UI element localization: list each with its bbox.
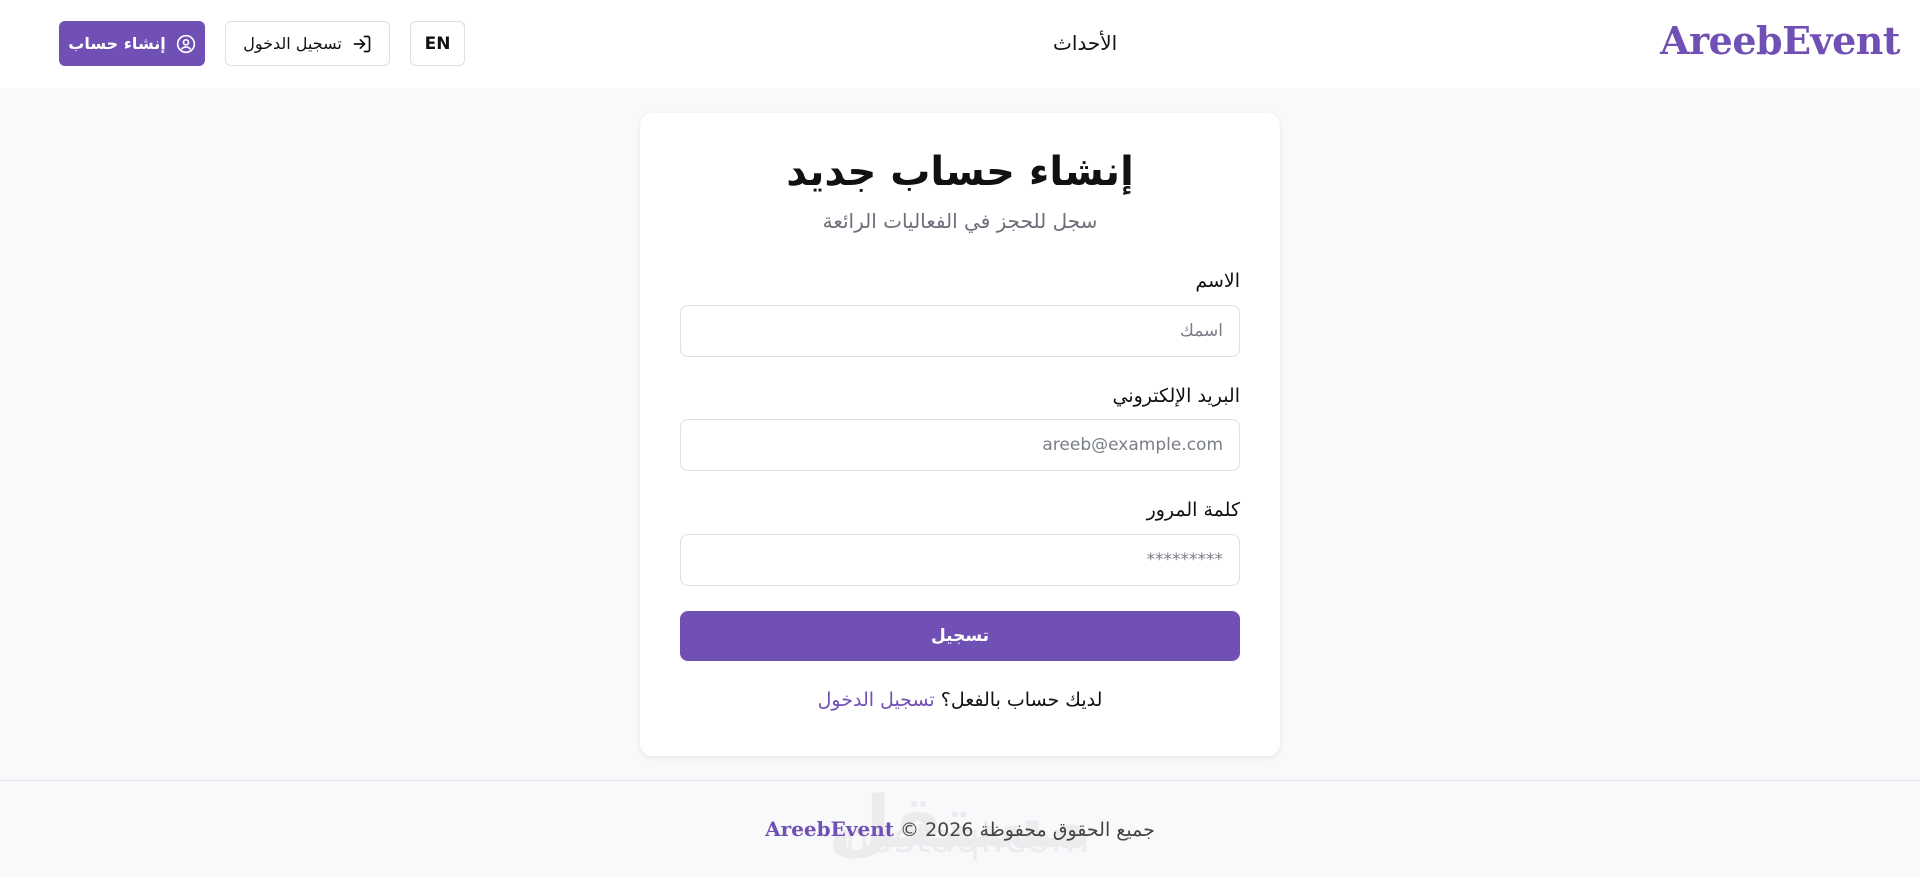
login-button-label: تسجيل الدخول <box>243 34 342 53</box>
signup-button-label: إنشاء حساب <box>68 34 166 53</box>
user-circle-icon <box>176 34 196 54</box>
login-button[interactable]: تسجيل الدخول <box>225 21 390 66</box>
register-submit-button[interactable]: تسجيل <box>680 611 1240 661</box>
signup-button[interactable]: إنشاء حساب <box>59 21 205 66</box>
login-arrow-icon <box>352 34 372 54</box>
name-label: الاسم <box>1195 270 1240 292</box>
form-title: إنشاء حساب جديد <box>786 149 1134 195</box>
footer: مستقل mostaql.com جميع الحقوق محفوظة Are… <box>0 780 1920 877</box>
email-label: البريد الإلكتروني <box>1112 385 1241 407</box>
top-navbar: AreebEvent الأحداث إنشاء حساب تسجيل الدخ… <box>0 0 1920 88</box>
login-prompt: لديك حساب بالفعل؟ تسجيل الدخول <box>640 689 1280 711</box>
password-label: كلمة المرور <box>1146 499 1240 521</box>
language-toggle-button[interactable]: EN <box>410 21 465 66</box>
password-input[interactable] <box>680 534 1240 586</box>
footer-rights-text: جميع الحقوق محفوظة <box>979 819 1155 841</box>
brand-logo[interactable]: AreebEvent <box>1660 18 1900 63</box>
email-input[interactable] <box>680 419 1240 471</box>
name-input[interactable] <box>680 305 1240 357</box>
footer-copyright: جميع الحقوق محفوظة AreebEvent © 2026 <box>0 817 1920 841</box>
footer-copyright-year: © 2026 <box>900 819 974 841</box>
form-subtitle: سجل للحجز في الفعاليات الرائعة <box>822 209 1098 233</box>
have-account-text: لديك حساب بالفعل؟ <box>940 689 1103 711</box>
login-link[interactable]: تسجيل الدخول <box>818 689 935 711</box>
signup-card: إنشاء حساب جديد سجل للحجز في الفعاليات ا… <box>640 113 1280 756</box>
nav-link-events[interactable]: الأحداث <box>1053 31 1117 55</box>
footer-brand: AreebEvent <box>765 817 894 841</box>
